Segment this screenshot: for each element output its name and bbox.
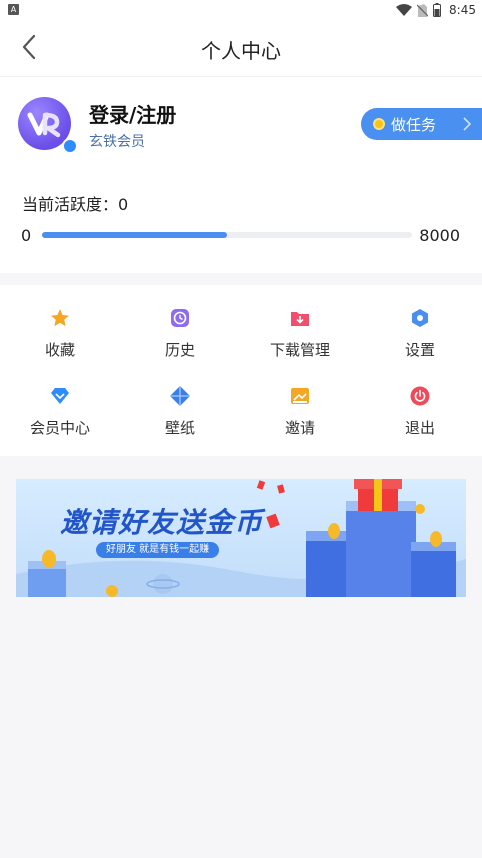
status-icons: 8:45: [396, 2, 476, 18]
do-task-button[interactable]: 做任务: [361, 108, 482, 140]
page-title: 个人中心: [201, 39, 281, 63]
chevron-right-icon: [463, 117, 472, 131]
star-icon: [51, 309, 69, 327]
verified-badge-icon: [62, 138, 78, 154]
activity-progress-bar: [42, 232, 412, 238]
menu-item-wallpaper[interactable]: 壁纸: [120, 363, 240, 437]
menu-item-settings[interactable]: 设置: [360, 285, 480, 359]
menu-item-logout[interactable]: 退出: [360, 363, 480, 437]
download-icon: [291, 312, 309, 326]
invite-icon: [291, 388, 309, 404]
banner-subtitle: 好朋友 就是有钱一起赚: [96, 542, 220, 558]
profile-card: 登录/注册 玄铁会员 做任务 当前活跃度：0 0 8000: [0, 77, 482, 273]
menu-item-invite[interactable]: 邀请: [240, 363, 360, 437]
notification-icon: A: [8, 4, 19, 15]
activity-progress-fill: [42, 232, 227, 238]
menu-label: 设置: [404, 341, 435, 359]
banner-title: 邀请好友送金币: [60, 506, 264, 539]
battery-icon: [433, 3, 442, 17]
power-icon: [410, 386, 430, 406]
coin-icon: [373, 118, 385, 130]
menu-item-history[interactable]: 历史: [120, 285, 240, 359]
function-menu: 收藏 历史 下载管理 设置 会员中心 壁纸 邀请 退出: [0, 285, 482, 456]
progress-max: 8000: [419, 226, 460, 245]
diamond-icon: [51, 388, 69, 404]
app-header: 个人中心: [0, 20, 482, 77]
invite-banner[interactable]: 邀请好友送金币 好朋友 就是有钱一起赚: [16, 479, 466, 597]
menu-label: 会员中心: [29, 419, 90, 437]
wallpaper-icon: [170, 386, 190, 406]
membership-level: 玄铁会员: [89, 134, 145, 150]
menu-label: 退出: [404, 419, 435, 437]
clock-icon: [171, 309, 189, 327]
status-bar: A 8:45: [0, 0, 482, 20]
activity-label: 当前活跃度：0: [22, 195, 129, 214]
wifi-icon: [396, 4, 413, 16]
menu-label: 历史: [164, 341, 195, 359]
menu-item-vip-center[interactable]: 会员中心: [0, 363, 120, 437]
no-sim-icon: [417, 3, 429, 17]
clock-time: 8:45: [449, 3, 476, 17]
menu-label: 邀请: [284, 419, 315, 437]
menu-label: 收藏: [44, 341, 75, 359]
login-register-link[interactable]: 登录/注册: [89, 99, 176, 128]
menu-label: 壁纸: [164, 419, 195, 437]
menu-item-favorites[interactable]: 收藏: [0, 285, 120, 359]
menu-label: 下载管理: [269, 341, 330, 359]
do-task-label: 做任务: [391, 115, 437, 134]
menu-item-download-manager[interactable]: 下载管理: [240, 285, 360, 359]
gear-icon: [412, 309, 428, 327]
progress-min: 0: [21, 226, 32, 245]
